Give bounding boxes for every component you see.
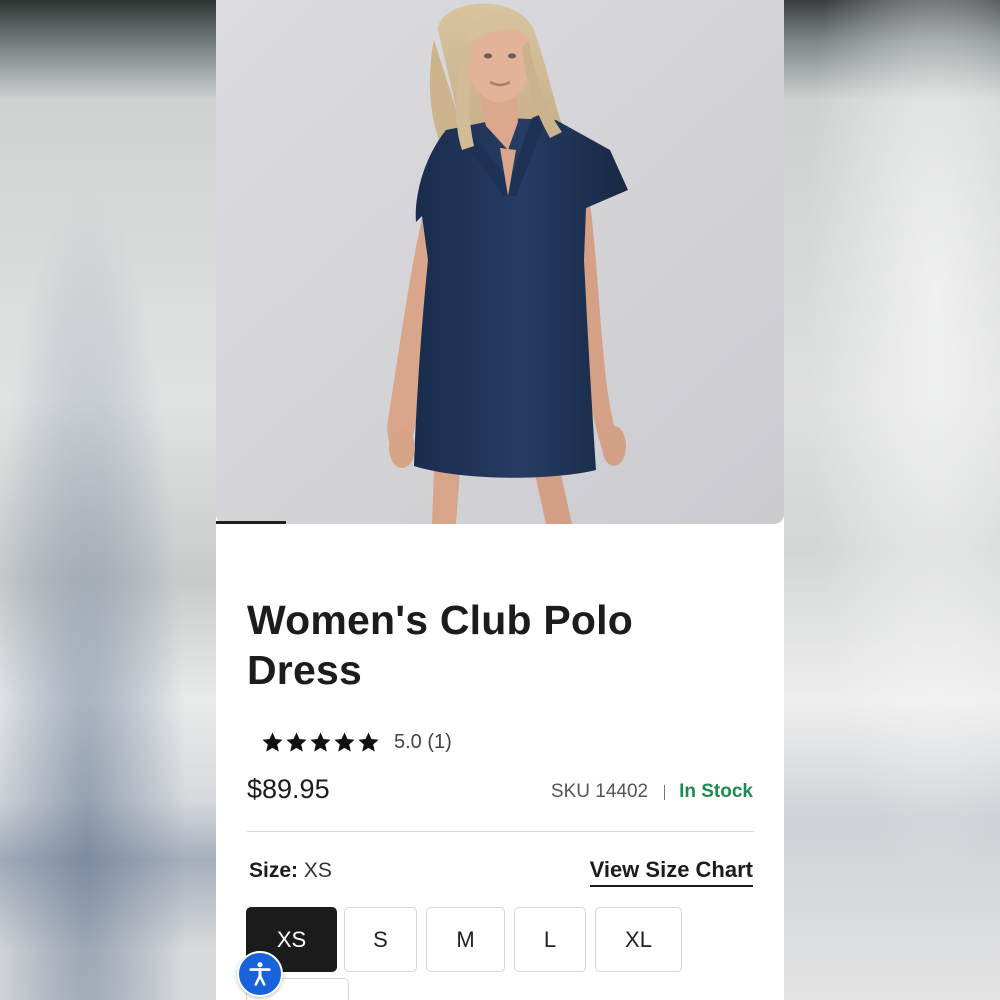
blurred-background-right	[784, 0, 1000, 1000]
star-icon	[358, 731, 379, 752]
sku-number: SKU 14402	[550, 781, 649, 802]
star-icon	[286, 731, 307, 752]
accessibility-button[interactable]	[237, 951, 283, 997]
size-option-s[interactable]: S	[344, 907, 417, 972]
accessibility-icon	[249, 962, 271, 986]
sku-stock-row: SKU 14402 In Stock	[551, 781, 753, 803]
view-size-chart-link[interactable]: View Size Chart	[589, 857, 753, 887]
divider	[247, 831, 754, 832]
size-option-m[interactable]: M	[426, 907, 505, 972]
star-icon	[262, 731, 283, 752]
product-image[interactable]	[216, 0, 784, 524]
size-selection-label: Size: XS	[249, 859, 332, 883]
product-rating[interactable]: 5.0 (1)	[261, 727, 452, 757]
rating-stars	[261, 731, 380, 754]
size-option-l[interactable]: L	[514, 907, 586, 972]
stock-status: In Stock	[679, 781, 753, 802]
star-icon	[334, 731, 355, 752]
selected-size-value: XS	[303, 859, 332, 882]
blurred-background-left	[0, 0, 216, 1000]
size-option-xl[interactable]: XL	[595, 907, 682, 972]
carousel-indicator	[216, 521, 286, 524]
model-photo-illustration	[216, 0, 784, 524]
star-icon	[310, 731, 331, 752]
product-title: Women's Club Polo Dress	[247, 597, 633, 693]
product-price: $89.95	[247, 774, 330, 804]
size-label: Size:	[249, 859, 299, 882]
product-card: Women's Club Polo Dress 5.0 (1) $89.95 S…	[216, 0, 784, 1000]
separator	[664, 784, 666, 800]
rating-text[interactable]: 5.0 (1)	[394, 731, 452, 754]
screenshot-stage: Women's Club Polo Dress 5.0 (1) $89.95 S…	[0, 0, 1000, 1000]
